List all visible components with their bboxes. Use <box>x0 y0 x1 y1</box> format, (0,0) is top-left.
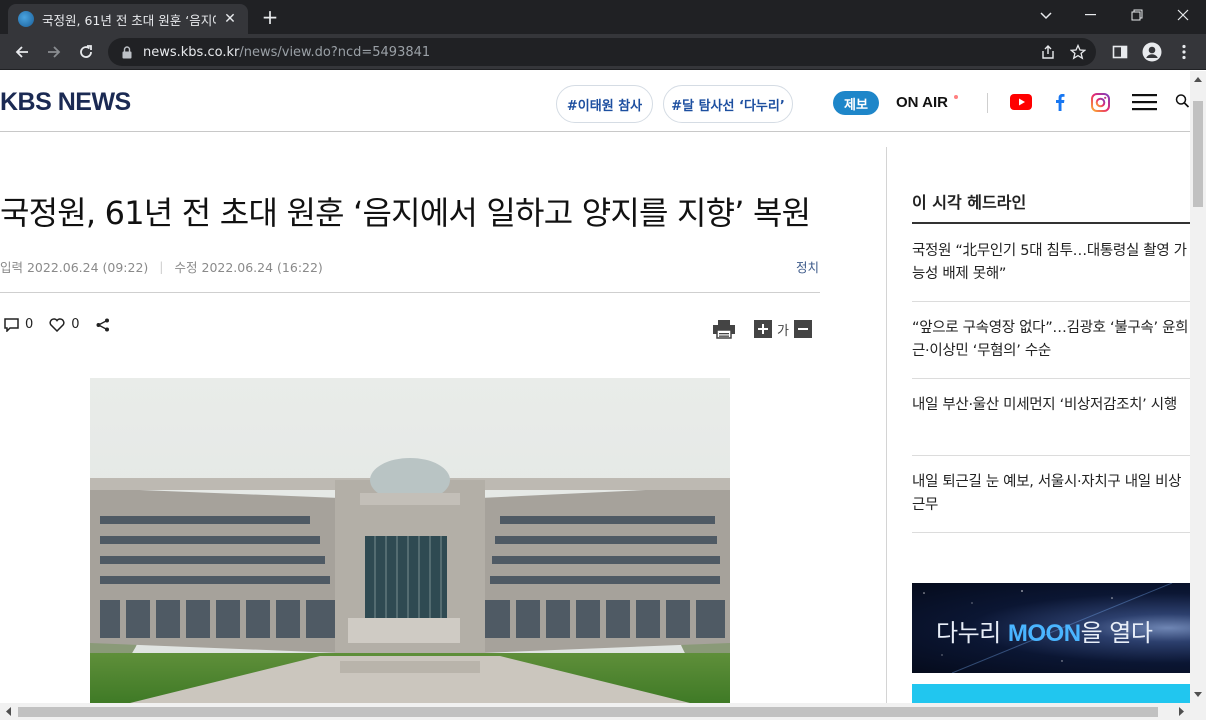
minimize-window-button[interactable] <box>1068 0 1114 30</box>
category-link[interactable]: 정치 <box>796 257 819 276</box>
article-tools: 가 <box>712 319 812 339</box>
like-button[interactable]: 0 <box>49 317 80 332</box>
horizontal-scrollbar[interactable] <box>0 703 1206 720</box>
scroll-right-arrow-icon[interactable] <box>1174 703 1188 720</box>
modified-time: 수정 2022.06.24 (16:22) <box>174 260 323 275</box>
report-button[interactable]: 제보 <box>833 91 879 115</box>
comment-icon <box>4 317 19 332</box>
print-icon[interactable] <box>712 319 736 339</box>
close-tab-icon[interactable]: ✕ <box>222 11 238 27</box>
share-icon <box>96 318 109 331</box>
headline-item[interactable]: 내일 퇴근길 눈 예보, 서울시·자치구 내일 비상근무 <box>912 471 1190 517</box>
font-increase-button[interactable] <box>754 320 772 338</box>
article-meta: 입력 2022.06.24 (09:22) | 수정 2022.06.24 (1… <box>0 257 323 276</box>
secondary-banner[interactable] <box>912 684 1190 703</box>
reload-icon[interactable] <box>74 40 98 64</box>
article-social-bar: 0 0 <box>4 317 132 332</box>
instagram-icon[interactable] <box>1090 92 1110 112</box>
tag-pill-itaewon[interactable]: #이태원 참사 <box>556 85 653 123</box>
browser-toolbar: news.kbs.co.kr/news/view.do?ncd=5493841 <box>0 34 1206 70</box>
tab-search-chevron-icon[interactable] <box>1034 4 1058 28</box>
column-divider <box>886 147 887 703</box>
banner-text-prefix: 다누리 <box>936 619 1001 647</box>
banner-text-suffix: 을 열다 <box>1080 619 1153 647</box>
banner-text-moon: MOON <box>1007 620 1081 647</box>
lock-icon[interactable] <box>120 45 134 59</box>
address-bar[interactable]: news.kbs.co.kr/news/view.do?ncd=5493841 <box>108 38 1096 66</box>
browser-tab-strip: 국정원, 61년 전 초대 원훈 ‘음지에서 일하고 양지를 지향’ 복원 ✕ … <box>0 0 1206 34</box>
headline-divider <box>912 301 1190 302</box>
headline-divider <box>912 378 1190 379</box>
close-window-button[interactable] <box>1160 0 1206 30</box>
onair-link[interactable]: ON AIR <box>896 94 948 111</box>
web-page: KBS NEWS #이태원 참사 #달 탐사선 ‘다누리’ 제보 ON AIR … <box>0 71 1190 703</box>
tab-title: 국정원, 61년 전 초대 원훈 ‘음지에서 일하고 양지를 지향’ 복원 <box>42 12 216 28</box>
hamburger-menu-icon[interactable] <box>1131 92 1157 112</box>
new-tab-button[interactable]: + <box>258 6 282 30</box>
meta-divider <box>0 292 820 293</box>
headline-item[interactable]: “앞으로 구속영장 없다”…김광호 ‘불구속’ 윤희근·이상민 ‘무혐의’ 수순 <box>912 317 1190 363</box>
kbs-news-logo[interactable]: KBS NEWS <box>0 88 131 117</box>
share-button[interactable] <box>96 318 116 332</box>
headline-divider <box>912 455 1190 456</box>
restore-window-button[interactable] <box>1114 0 1160 30</box>
side-panel-icon[interactable] <box>1108 40 1132 64</box>
back-arrow-icon[interactable] <box>10 40 34 64</box>
facebook-icon[interactable] <box>1051 92 1069 112</box>
font-decrease-button[interactable] <box>793 320 812 338</box>
browser-tab[interactable]: 국정원, 61년 전 초대 원훈 ‘음지에서 일하고 양지를 지향’ 복원 ✕ <box>8 4 248 34</box>
site-header: KBS NEWS #이태원 참사 #달 탐사선 ‘다누리’ 제보 ON AIR <box>0 71 1190 132</box>
sidebar-title-underline <box>912 222 1190 224</box>
like-count: 0 <box>71 317 80 332</box>
heart-icon <box>49 317 65 332</box>
comment-count: 0 <box>25 317 34 332</box>
headline-item[interactable]: 내일 부산·울산 미세먼지 ‘비상저감조치’ 시행 <box>912 394 1190 417</box>
scroll-left-arrow-icon[interactable] <box>2 703 16 720</box>
input-time: 입력 2022.06.24 (09:22) <box>0 260 149 275</box>
sidebar-title: 이 시각 헤드라인 <box>912 193 1027 212</box>
font-size-label: 가 <box>777 323 789 339</box>
browser-menu-icon[interactable] <box>1172 40 1196 64</box>
scroll-up-arrow-icon[interactable] <box>1190 73 1206 87</box>
scroll-down-arrow-icon[interactable] <box>1190 687 1206 701</box>
horizontal-scroll-thumb[interactable] <box>18 707 1158 717</box>
share-icon[interactable] <box>1036 40 1060 64</box>
danuri-moon-banner[interactable]: 다누리 MOON을 열다 <box>912 583 1190 673</box>
forward-arrow-icon[interactable] <box>42 40 66 64</box>
banner-text: 다누리 MOON을 열다 <box>936 613 1153 648</box>
header-divider <box>987 93 988 113</box>
url-path: /news/view.do?ncd=5493841 <box>239 44 431 60</box>
comment-button[interactable]: 0 <box>4 317 33 332</box>
kbs-favicon-icon <box>18 11 34 27</box>
search-icon[interactable] <box>1175 90 1190 112</box>
meta-separator: | <box>159 259 164 274</box>
vertical-scroll-thumb[interactable] <box>1193 101 1203 207</box>
article-photo <box>90 378 730 703</box>
article-title: 국정원, 61년 전 초대 원훈 ‘음지에서 일하고 양지를 지향’ 복원 <box>0 194 811 232</box>
youtube-icon[interactable] <box>1010 93 1032 111</box>
bookmark-star-icon[interactable] <box>1066 40 1090 64</box>
vertical-scrollbar[interactable] <box>1190 71 1206 703</box>
headline-divider <box>912 532 1190 533</box>
headline-item[interactable]: 국정원 “北무인기 5대 침투…대통령실 촬영 가능성 배제 못해” <box>912 240 1190 286</box>
onair-indicator-dot <box>954 95 958 99</box>
profile-avatar-icon[interactable] <box>1140 40 1164 64</box>
url-host: news.kbs.co.kr <box>143 44 240 60</box>
tag-pill-danuri[interactable]: #달 탐사선 ‘다누리’ <box>663 85 793 123</box>
